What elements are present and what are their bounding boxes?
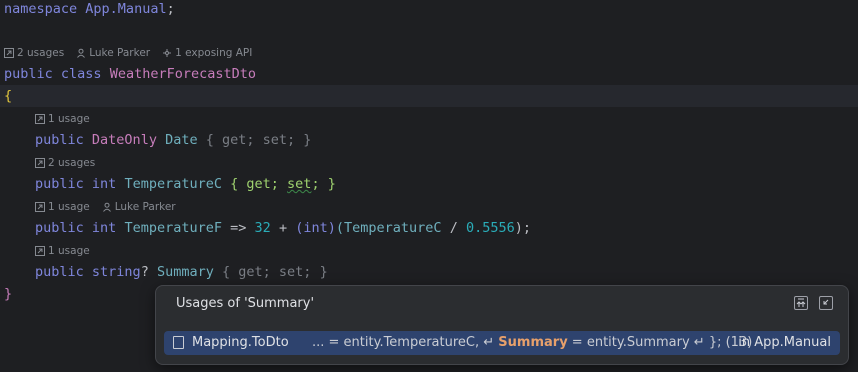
- divide-operator: /: [449, 220, 458, 236]
- type-name: int: [91, 176, 117, 192]
- set-accessor-warning[interactable]: set: [287, 176, 311, 192]
- class-usages-label: 2 usages: [17, 47, 65, 59]
- usages-popup[interactable]: Usages of 'Summary' Mapping.ToDto ... = …: [155, 285, 849, 365]
- usage-context-match: Summary: [498, 335, 568, 350]
- accessor-body: { get; set; }: [205, 132, 312, 148]
- access-modifier: public: [35, 220, 84, 236]
- property-reference: (TemperatureC: [335, 220, 442, 236]
- access-modifier: public: [35, 264, 84, 280]
- accessor-body: { get; set; }: [230, 176, 336, 192]
- member-line-temperature-c: public int TemperatureC { get; set; }: [4, 173, 336, 195]
- usage-result-row[interactable]: Mapping.ToDto ... = entity.TemperatureC,…: [164, 331, 840, 355]
- plus-operator: +: [278, 220, 288, 236]
- class-declaration-line: public class WeatherForecastDto: [4, 63, 256, 85]
- usage-location: in App.Manual: [738, 335, 831, 350]
- access-modifier: public: [35, 176, 84, 192]
- public-keyword: public: [4, 66, 53, 82]
- pin-icon-glyph: [796, 298, 806, 307]
- accessor-body: { get; set; }: [222, 264, 328, 280]
- usages-icon: [35, 158, 45, 168]
- author-icon: [77, 48, 86, 58]
- member-code-vision: 2 usages: [35, 154, 107, 172]
- class-keyword: class: [60, 66, 102, 82]
- nullable-marker: ?: [140, 264, 149, 280]
- class-code-vision: 2 usages Luke Parker 1 exposing API: [4, 44, 264, 62]
- member-usages-label: 1 usage: [48, 245, 90, 257]
- type-name: int: [91, 220, 117, 236]
- member-usages-label: 2 usages: [48, 157, 96, 169]
- namespace-name: App.Manual: [85, 1, 167, 17]
- usages-icon: [35, 114, 45, 124]
- usage-context-before: ... = entity.TemperatureC, ↵: [312, 335, 499, 350]
- class-name: WeatherForecastDto: [109, 66, 257, 82]
- class-api-label: 1 exposing API: [175, 47, 253, 59]
- usage-context: ... = entity.TemperatureC, ↵ Summary = e…: [312, 331, 752, 355]
- pin-icon[interactable]: [794, 296, 808, 310]
- member-code-vision: 1 usage: [35, 242, 102, 260]
- namespace-keyword: namespace: [4, 1, 78, 17]
- usage-context-after: = entity.Summary ↵ }; (13): [567, 335, 753, 350]
- usages-icon: [35, 246, 45, 256]
- usages-icon: [35, 202, 45, 212]
- exposing-api-icon: [163, 49, 172, 57]
- member-usages-label: 1 usage: [48, 113, 90, 125]
- open-brace: {: [4, 88, 13, 104]
- close-brace: }: [4, 286, 13, 302]
- collapse-icon-glyph: [823, 299, 829, 305]
- lambda-arrow: =>: [230, 220, 247, 236]
- member-author-hint[interactable]: Luke Parker: [102, 198, 176, 216]
- class-usages-hint[interactable]: 2 usages: [4, 44, 64, 62]
- member-usages-hint[interactable]: 2 usages: [35, 154, 95, 172]
- member-line-date: public DateOnly Date { get; set; }: [4, 129, 311, 151]
- type-name: string: [91, 264, 141, 280]
- member-usages-hint[interactable]: 1 usage: [35, 242, 90, 260]
- member-usages-hint[interactable]: 1 usage: [35, 198, 90, 216]
- member-usages-label: 1 usage: [48, 201, 90, 213]
- member-line-temperature-f: public int TemperatureF => 32 + (int)(Te…: [4, 217, 531, 239]
- member-usages-hint[interactable]: 1 usage: [35, 110, 90, 128]
- number-literal: 0.5556: [465, 220, 515, 236]
- property-name: TemperatureC: [124, 176, 222, 192]
- class-author-hint[interactable]: Luke Parker: [76, 44, 150, 62]
- access-modifier: public: [35, 132, 84, 148]
- close-brace-line: }: [4, 283, 12, 305]
- csharp-file-icon: [173, 336, 184, 349]
- member-line-summary: public string? Summary { get; set; }: [4, 261, 328, 283]
- usage-method: Mapping.ToDto: [192, 335, 289, 350]
- usages-icon: [4, 48, 14, 58]
- property-name: TemperatureF: [124, 220, 222, 236]
- class-author-label: Luke Parker: [89, 47, 151, 59]
- open-brace-line: {: [0, 85, 858, 107]
- number-literal: 32: [254, 220, 271, 236]
- int-cast: (int): [295, 220, 336, 236]
- member-code-vision: 1 usage: [35, 110, 102, 128]
- author-icon: [102, 202, 111, 212]
- property-name: Date: [165, 132, 198, 148]
- statement-end: );: [514, 220, 532, 236]
- type-name: DateOnly: [91, 132, 157, 148]
- collapse-icon[interactable]: [819, 296, 833, 310]
- member-author-label: Luke Parker: [114, 201, 176, 213]
- property-name: Summary: [156, 264, 214, 280]
- popup-title: Usages of 'Summary': [176, 296, 315, 311]
- member-code-vision: 1 usage Luke Parker: [35, 198, 188, 216]
- namespace-semicolon: ;: [166, 1, 175, 17]
- namespace-line: namespace App.Manual;: [4, 0, 175, 20]
- class-api-hint[interactable]: 1 exposing API: [162, 44, 252, 62]
